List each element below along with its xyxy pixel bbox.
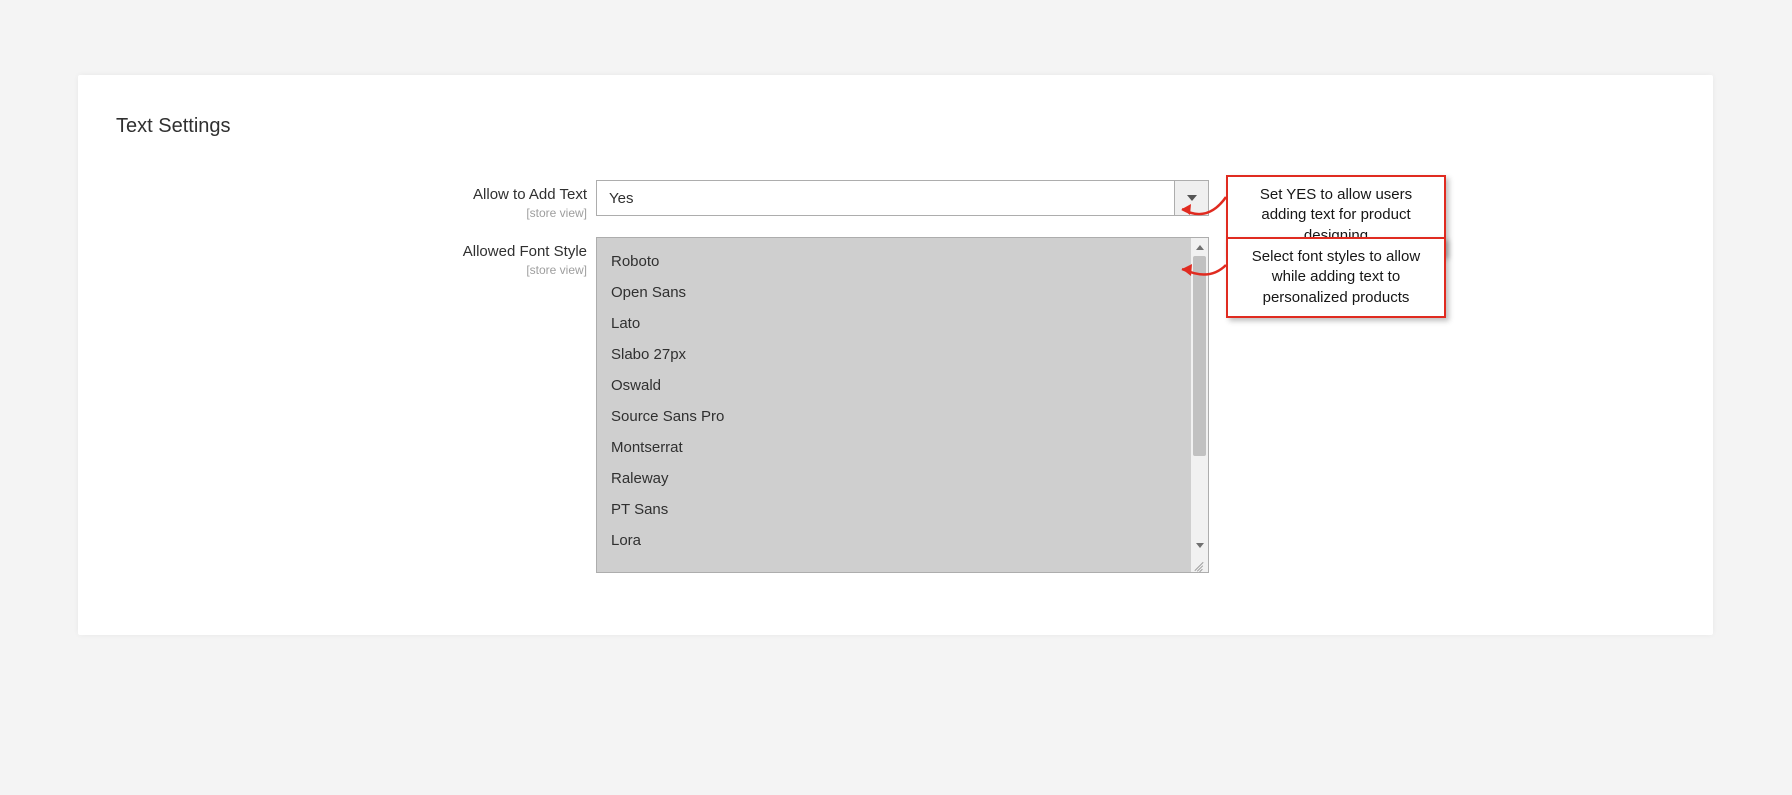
field-label: Allow to Add Text (337, 186, 587, 204)
settings-panel: Text Settings Allow to Add Text [store v… (78, 75, 1713, 635)
scroll-up-icon[interactable] (1191, 238, 1208, 256)
scope-hint: [store view] (526, 206, 587, 220)
chevron-down-icon (1187, 195, 1197, 201)
scrollbar[interactable] (1190, 238, 1208, 572)
font-option[interactable]: Montserrat (597, 432, 1190, 463)
scrollbar-thumb[interactable] (1193, 256, 1206, 456)
section-title: Text Settings (116, 115, 231, 138)
font-options-list: Roboto Open Sans Lato Slabo 27px Oswald … (597, 238, 1190, 572)
field-label-wrap: Allow to Add Text [store view] (337, 186, 587, 222)
font-option[interactable]: Open Sans (597, 277, 1190, 308)
scope-hint: [store view] (526, 263, 587, 277)
font-option[interactable]: Source Sans Pro (597, 401, 1190, 432)
scroll-down-icon[interactable] (1191, 536, 1208, 554)
font-option[interactable]: Slabo 27px (597, 339, 1190, 370)
allow-add-text-select[interactable]: Yes (596, 180, 1209, 216)
resize-handle-icon[interactable] (1190, 554, 1208, 572)
font-option[interactable]: Oswald (597, 370, 1190, 401)
dropdown-button[interactable] (1174, 181, 1208, 215)
font-option[interactable]: Lora (597, 525, 1190, 556)
font-option[interactable]: Roboto (597, 246, 1190, 277)
field-label-wrap: Allowed Font Style [store view] (337, 243, 587, 279)
select-value: Yes (597, 190, 1174, 207)
allowed-font-style-multiselect[interactable]: Roboto Open Sans Lato Slabo 27px Oswald … (596, 237, 1209, 573)
font-option[interactable]: PT Sans (597, 494, 1190, 525)
field-label: Allowed Font Style (337, 243, 587, 261)
font-option[interactable]: Lato (597, 308, 1190, 339)
font-option[interactable]: Raleway (597, 463, 1190, 494)
callout-font-style: Select font styles to allow while adding… (1226, 237, 1446, 318)
